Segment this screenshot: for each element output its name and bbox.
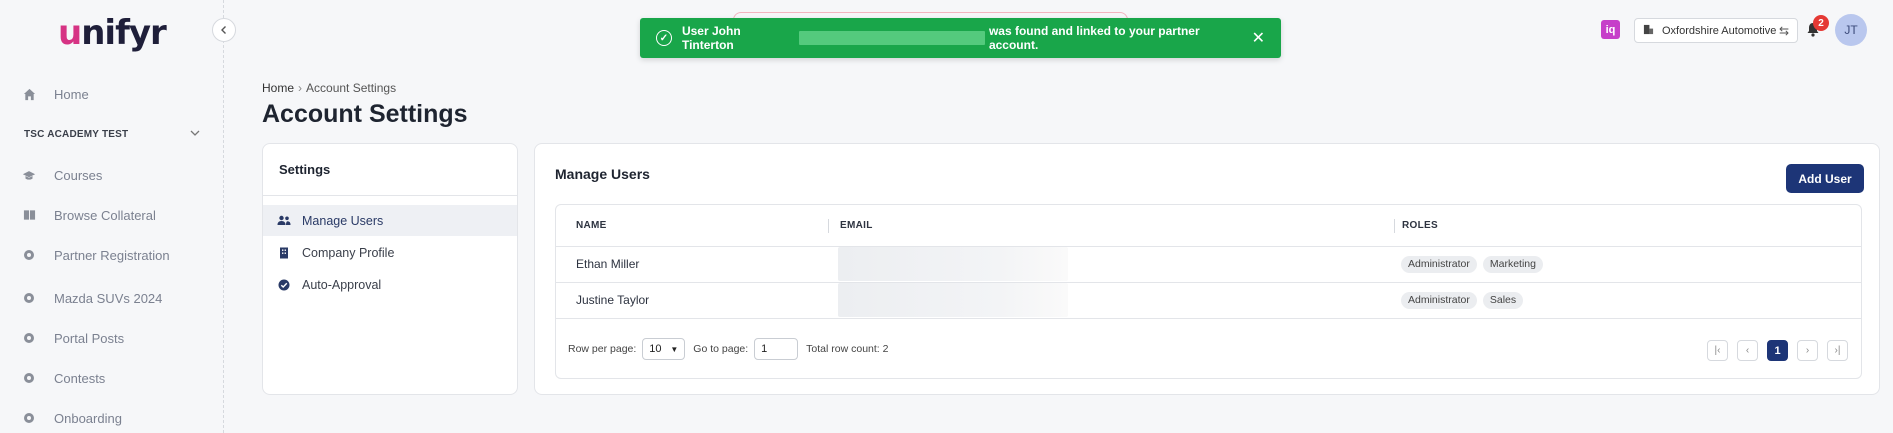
panel-title: Manage Users: [555, 166, 650, 182]
check-circle-icon: [277, 278, 291, 292]
check-circle-icon: ✓: [656, 30, 672, 46]
page-button-current[interactable]: 1: [1767, 340, 1788, 361]
sidebar-item-onboarding[interactable]: Onboarding: [22, 408, 122, 428]
settings-item-company-profile[interactable]: Company Profile: [263, 237, 517, 268]
sidebar-item-label: Portal Posts: [54, 330, 125, 346]
chevron-down-icon[interactable]: [190, 127, 200, 141]
circle-icon: [22, 411, 36, 425]
sidebar-item-browse-collateral[interactable]: Browse Collateral: [22, 205, 156, 225]
sidebar-item-label: Partner Registration: [54, 247, 170, 263]
breadcrumb-home-link[interactable]: Home: [262, 81, 294, 95]
column-header-roles[interactable]: ROLES: [1402, 205, 1438, 246]
organization-switcher[interactable]: Oxfordshire Automotive ⇆: [1634, 18, 1798, 43]
sidebar-item-home[interactable]: Home: [22, 84, 89, 104]
redacted-email: [799, 31, 985, 45]
rows-per-page-value: 10: [649, 343, 662, 355]
sidebar-item-label: Home: [54, 86, 89, 102]
sidebar-item-courses[interactable]: Courses: [22, 165, 102, 185]
settings-item-auto-approval[interactable]: Auto-Approval: [263, 269, 517, 300]
user-avatar[interactable]: JT: [1835, 14, 1867, 46]
table-row-roles: Administrator Marketing: [1401, 246, 1549, 282]
settings-item-label: Auto-Approval: [302, 277, 382, 292]
role-chip: Marketing: [1482, 255, 1543, 273]
add-user-button[interactable]: Add User: [1786, 164, 1864, 193]
next-page-button[interactable]: ›: [1797, 340, 1818, 361]
redacted-email: [838, 247, 1068, 281]
graduation-cap-icon: [22, 168, 36, 182]
row-divider: [556, 318, 1861, 319]
column-divider: [828, 219, 829, 233]
redacted-email: [838, 283, 1068, 317]
swap-icon: ⇆: [1778, 23, 1789, 38]
sidebar-item-partner-registration[interactable]: Partner Registration: [22, 245, 170, 265]
settings-title: Settings: [279, 162, 331, 177]
success-toast: ✓ User John Tinterton was found and link…: [640, 18, 1281, 58]
settings-panel: Settings Manage Users Company Profile Au…: [262, 143, 518, 395]
last-page-button[interactable]: ›|: [1827, 340, 1848, 361]
toast-message-prefix: User John Tinterton: [681, 24, 741, 52]
sidebar-item-contests[interactable]: Contests: [22, 368, 105, 388]
sidebar-item-label: Courses: [54, 167, 103, 183]
chevron-left-icon: [221, 26, 226, 34]
page-title: Account Settings: [262, 100, 468, 128]
rows-per-page-select[interactable]: 10 ▼: [642, 338, 686, 360]
role-chip: Administrator: [1401, 255, 1477, 273]
column-divider: [1394, 219, 1395, 233]
manage-users-panel: Manage Users Add User NAME EMAIL ROLES E…: [534, 143, 1880, 395]
divider: [263, 195, 517, 196]
circle-icon: [22, 291, 36, 305]
users-icon: [277, 214, 291, 228]
total-row-count: Total row count: 2: [806, 343, 889, 355]
home-icon: [22, 87, 36, 101]
sidebar-item-label: Mazda SUVs 2024: [54, 290, 163, 306]
sidebar-section-label[interactable]: TSC ACADEMY TEST: [24, 129, 128, 140]
sidebar-item-label: Onboarding: [54, 410, 122, 426]
breadcrumb-current: Account Settings: [306, 81, 397, 95]
role-chip: Sales: [1482, 291, 1524, 309]
caret-down-icon: ▼: [670, 344, 679, 354]
table-row-roles: Administrator Sales: [1401, 282, 1529, 318]
sidebar-item-label: Contests: [54, 370, 106, 386]
table-row-name: Justine Taylor: [576, 293, 650, 307]
role-chip: Administrator: [1401, 291, 1477, 309]
sidebar-item-mazda-suvs-2024[interactable]: Mazda SUVs 2024: [22, 288, 162, 308]
previous-page-button[interactable]: ‹: [1737, 340, 1758, 361]
rows-per-page-label: Row per page:: [568, 343, 637, 355]
circle-icon: [22, 331, 36, 345]
notification-count-badge: 2: [1813, 15, 1829, 31]
book-icon: [22, 208, 36, 222]
toast-message-suffix: was found and linked to your partner acc…: [988, 24, 1200, 52]
pagination-controls: Row per page: 10 ▼ Go to page: Total row…: [568, 338, 888, 360]
sidebar-item-label: Browse Collateral: [54, 207, 156, 223]
building-icon: [1643, 24, 1654, 38]
table-row-name: Ethan Miller: [576, 257, 640, 271]
sidebar: unifyr Home TSC ACADEMY TEST Courses Bro…: [0, 0, 224, 433]
users-table: NAME EMAIL ROLES Ethan Miller Administra…: [555, 204, 1862, 379]
building-icon: [277, 246, 291, 260]
circle-icon: [22, 248, 36, 262]
go-to-page-label: Go to page:: [693, 343, 749, 355]
sidebar-collapse-button[interactable]: [212, 18, 236, 42]
breadcrumb-separator: ›: [298, 81, 303, 95]
settings-item-label: Manage Users: [302, 213, 384, 228]
column-header-name[interactable]: NAME: [576, 205, 607, 246]
row-divider: [556, 282, 1861, 283]
unifyr-logo[interactable]: unifyr: [58, 13, 167, 53]
organization-name: Oxfordshire Automotive: [1662, 24, 1777, 37]
toast-close-button[interactable]: ✕: [1252, 28, 1265, 48]
first-page-button[interactable]: |‹: [1707, 340, 1728, 361]
row-divider: [556, 246, 1861, 247]
iq-app-icon[interactable]: iq: [1601, 20, 1620, 39]
go-to-page-input[interactable]: [754, 338, 799, 360]
circle-icon: [22, 371, 36, 385]
settings-item-label: Company Profile: [302, 245, 395, 260]
column-header-email[interactable]: EMAIL: [840, 205, 873, 246]
page-buttons: |‹ ‹ 1 › ›|: [1707, 340, 1857, 361]
settings-item-manage-users[interactable]: Manage Users: [263, 205, 517, 236]
sidebar-item-portal-posts[interactable]: Portal Posts: [22, 328, 124, 348]
breadcrumb: Home › Account Settings: [262, 81, 396, 95]
